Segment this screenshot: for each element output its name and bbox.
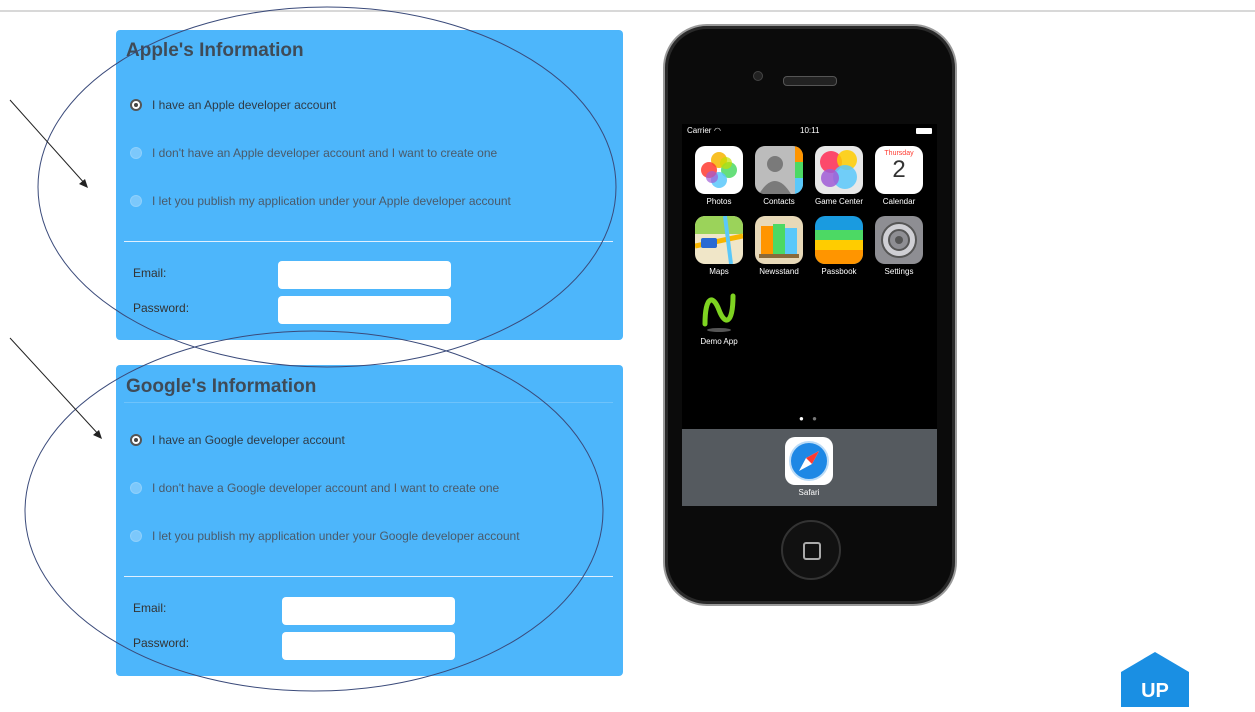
password-label: Password: [133, 301, 190, 315]
apple-option-create-account[interactable]: I don't have an Apple developer account … [130, 146, 497, 160]
speaker-icon [783, 76, 837, 86]
app-label: Settings [884, 267, 914, 276]
option-label: I have an Google developer account [152, 433, 345, 447]
google-option-have-account[interactable]: I have an Google developer account [130, 433, 345, 447]
google-option-create-account[interactable]: I don't have a Google developer account … [130, 481, 499, 495]
wifi-icon: ◠ [714, 126, 721, 135]
app-label: Safari [798, 488, 820, 497]
app-label: Newsstand [759, 267, 799, 276]
safari-compass-icon [785, 437, 833, 485]
maps-icon [695, 216, 743, 264]
option-label: I let you publish my application under y… [152, 194, 511, 208]
passbook-icon [815, 216, 863, 264]
apple-option-publish-under-yours[interactable]: I let you publish my application under y… [130, 194, 511, 208]
app-label: Photos [706, 197, 732, 206]
apple-info-panel: Apple's Information I have an Apple deve… [116, 30, 623, 340]
apple-panel-title: Apple's Information [126, 40, 304, 61]
apple-option-have-account[interactable]: I have an Apple developer account [130, 98, 336, 112]
app-game-center[interactable]: Game Center [810, 146, 868, 206]
arrow-line-apple [9, 99, 87, 186]
title-divider [124, 402, 613, 403]
app-passbook[interactable]: Passbook [810, 216, 868, 276]
app-label: Calendar [882, 197, 916, 206]
radio-selected-icon[interactable] [130, 99, 142, 111]
apple-password-input[interactable] [278, 296, 451, 324]
page-indicator: ● ● [799, 414, 820, 423]
radio-unselected-icon[interactable] [130, 482, 142, 494]
radio-unselected-icon[interactable] [130, 147, 142, 159]
settings-gear-icon [875, 216, 923, 264]
divider [124, 241, 613, 242]
radio-selected-icon[interactable] [130, 434, 142, 446]
apple-email-input[interactable] [278, 261, 451, 289]
dock: Safari [682, 429, 937, 506]
app-maps[interactable]: Maps [690, 216, 748, 276]
iphone-mockup: Carrier ◠ 10:11 Photos Contacts Game Cen… [663, 24, 957, 606]
app-settings[interactable]: Settings [870, 216, 928, 276]
arrow-head-google [93, 430, 102, 439]
email-label: Email: [133, 266, 167, 280]
app-label: Game Center [814, 197, 864, 206]
contacts-icon [755, 146, 803, 194]
google-info-panel: Google's Information I have an Google de… [116, 365, 623, 676]
top-bar [0, 0, 1255, 12]
option-label: I don't have an Apple developer account … [152, 146, 498, 160]
google-option-publish-under-yours[interactable]: I let you publish my application under y… [130, 529, 520, 543]
app-label: Contacts [763, 197, 795, 206]
app-label: Maps [709, 267, 729, 276]
app-label: Demo App [700, 337, 738, 346]
home-square-icon [803, 542, 821, 560]
app-newsstand[interactable]: Newsstand [750, 216, 808, 276]
demo-app-icon [695, 286, 743, 334]
calendar-icon: Thursday 2 [875, 146, 923, 194]
radio-unselected-icon[interactable] [130, 195, 142, 207]
app-calendar[interactable]: Thursday 2 Calendar [870, 146, 928, 206]
calendar-date: 2 [892, 156, 906, 183]
app-label: Passbook [821, 267, 857, 276]
newsstand-icon [755, 216, 803, 264]
google-panel-title: Google's Information [126, 376, 317, 397]
up-button-label: UP [1141, 680, 1169, 702]
arrow-line-google [9, 337, 101, 437]
app-safari[interactable]: Safari [780, 437, 838, 497]
phone-screen: Carrier ◠ 10:11 Photos Contacts Game Cen… [682, 124, 937, 506]
password-label: Password: [133, 636, 190, 650]
carrier-label: Carrier [687, 126, 712, 135]
photos-icon [695, 146, 743, 194]
scroll-up-button[interactable]: UP [1115, 652, 1195, 707]
option-label: I have an Apple developer account [152, 98, 337, 112]
google-email-input[interactable] [282, 597, 455, 625]
app-photos[interactable]: Photos [690, 146, 748, 206]
game-center-icon [815, 146, 863, 194]
front-camera-icon [753, 71, 763, 81]
arrow-head-apple [79, 179, 88, 188]
option-label: I let you publish my application under y… [152, 529, 520, 543]
option-label: I don't have a Google developer account … [152, 481, 500, 495]
email-label: Email: [133, 601, 167, 615]
divider [124, 576, 613, 577]
home-button[interactable] [781, 520, 841, 580]
battery-icon [916, 128, 932, 134]
app-demo[interactable]: Demo App [690, 286, 748, 346]
clock-label: 10:11 [800, 126, 820, 135]
app-contacts[interactable]: Contacts [750, 146, 808, 206]
status-bar: Carrier ◠ 10:11 [682, 126, 937, 138]
google-password-input[interactable] [282, 632, 455, 660]
radio-unselected-icon[interactable] [130, 530, 142, 542]
